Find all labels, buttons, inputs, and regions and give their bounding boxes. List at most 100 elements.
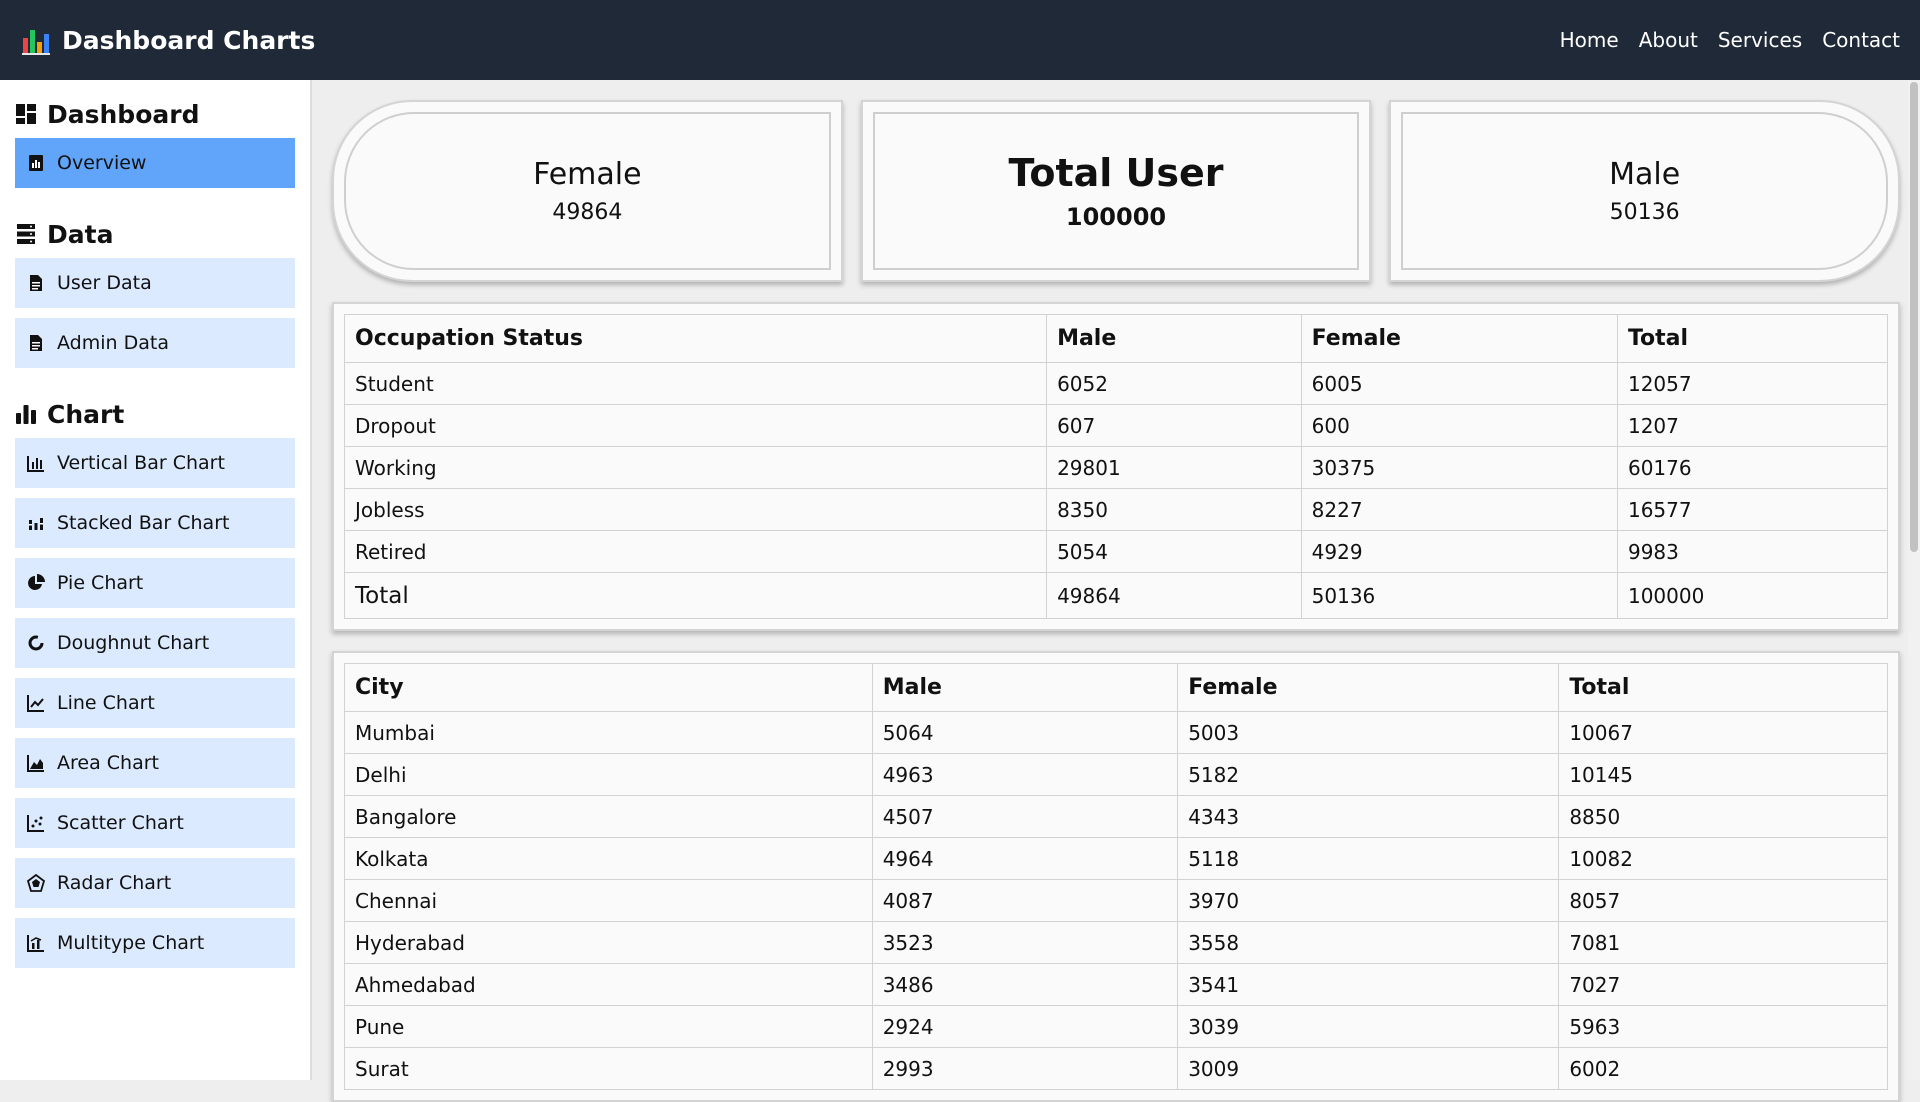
line-icon [27,694,45,712]
table-cell: 5003 [1177,711,1560,754]
table-cell: Mumbai [344,711,873,754]
table-cell: 5182 [1177,753,1560,796]
table-cell: 2993 [871,1047,1179,1090]
top-nav: Home About Services Contact [1560,28,1900,52]
table-cell: 8850 [1558,795,1888,838]
sidebar-item-area-chart[interactable]: Area Chart [15,738,295,788]
sidebar-item-label: Pie Chart [57,572,144,594]
sidebar-item-label: Doughnut Chart [57,632,210,654]
sidebar-item-user-data[interactable]: User Data [15,258,295,308]
dashboard-grid-icon [15,103,37,125]
total-user-card-value: 100000 [1065,203,1167,231]
multitype-icon [27,934,45,952]
sidebar-item-scatter-chart[interactable]: Scatter Chart [15,798,295,848]
sidebar-item-label: Line Chart [57,692,155,714]
sidebar-section-data: Data [15,214,295,254]
table-cell: 7081 [1558,921,1888,964]
total-user-card: Total User 100000 [860,100,1372,282]
column-header: Female [1300,314,1618,363]
male-card-value: 50136 [1609,200,1680,225]
scrollbar-thumb[interactable] [1910,82,1918,552]
database-icon [15,223,37,245]
table-cell: 29801 [1046,446,1302,489]
table-cell: 4929 [1300,530,1618,573]
table-header-row: City Male Female Total [344,663,1888,712]
table-row: Dropout 607 600 1207 [343,404,1889,447]
chart-bars-icon [15,403,37,425]
table-cell: 607 [1046,404,1302,447]
table-cell: Surat [344,1047,873,1090]
sidebar-item-admin-data[interactable]: Admin Data [15,318,295,368]
city-table-panel: City Male Female Total Mumbai 5064 5003 … [332,651,1900,1102]
sidebar-item-label: Radar Chart [57,872,172,894]
table-cell: 5963 [1558,1005,1888,1048]
table-row: Bangalore 4507 4343 8850 [344,795,1888,838]
table-cell: Ahmedabad [344,963,873,1006]
area-icon [27,754,45,772]
table-header-row: Occupation Status Male Female Total [343,314,1889,363]
table-cell: 4964 [871,837,1179,880]
table-cell: 4343 [1177,795,1560,838]
table-cell: 3009 [1177,1047,1560,1090]
male-card: Male 50136 [1389,100,1901,282]
nav-services-link[interactable]: Services [1718,28,1802,52]
nav-about-link[interactable]: About [1639,28,1698,52]
table-cell: Hyderabad [344,921,873,964]
column-header: Total [1558,663,1888,712]
table-row: Mumbai 5064 5003 10067 [344,711,1888,754]
document-icon [27,334,45,352]
table-cell: 4963 [871,753,1179,796]
sidebar-item-vertical-bar-chart[interactable]: Vertical Bar Chart [15,438,295,488]
table-cell: 5054 [1046,530,1302,573]
table-total-row: Total 49864 50136 100000 [343,572,1889,619]
table-cell: 30375 [1300,446,1618,489]
table-cell: 6052 [1046,362,1302,405]
overview-icon [27,154,45,172]
column-header: Male [1046,314,1302,363]
sidebar-section-dashboard: Dashboard [15,94,295,134]
sidebar-item-stacked-bar-chart[interactable]: Stacked Bar Chart [15,498,295,548]
sidebar-item-label: Overview [57,152,147,174]
section-title-label: Dashboard [47,99,200,129]
section-title-label: Chart [47,399,125,429]
sidebar-item-label: User Data [57,272,152,294]
sidebar: Dashboard Overview Data User Data Admin … [0,80,312,1080]
table-cell: 50136 [1300,572,1618,619]
table-cell: Chennai [344,879,873,922]
document-icon [27,274,45,292]
nav-contact-link[interactable]: Contact [1822,28,1900,52]
table-cell: 3970 [1177,879,1560,922]
table-cell: 3486 [871,963,1179,1006]
sidebar-item-overview[interactable]: Overview [15,138,295,188]
female-card-label: Female [533,157,642,192]
table-cell: 6005 [1300,362,1618,405]
table-cell: 5064 [871,711,1179,754]
summary-cards: Female 49864 Total User 100000 Male 5013… [332,100,1901,282]
table-cell: 4507 [871,795,1179,838]
sidebar-item-radar-chart[interactable]: Radar Chart [15,858,295,908]
sidebar-item-pie-chart[interactable]: Pie Chart [15,558,295,608]
city-table: City Male Female Total Mumbai 5064 5003 … [344,663,1888,1090]
table-cell: Kolkata [344,837,873,880]
table-cell: 2924 [871,1005,1179,1048]
sidebar-item-multitype-chart[interactable]: Multitype Chart [15,918,295,968]
table-cell: 1207 [1616,404,1889,447]
app-title: Dashboard Charts [62,25,316,55]
column-header: Female [1177,663,1560,712]
occupation-table: Occupation Status Male Female Total Stud… [343,314,1889,619]
sidebar-item-label: Admin Data [57,332,169,354]
brand[interactable]: Dashboard Charts [20,24,315,56]
sidebar-item-label: Vertical Bar Chart [57,452,225,474]
table-cell: 3039 [1177,1005,1560,1048]
nav-home-link[interactable]: Home [1560,28,1619,52]
vertical-bar-icon [27,454,45,472]
table-cell: Jobless [343,488,1048,531]
table-cell: 4087 [871,879,1179,922]
sidebar-item-line-chart[interactable]: Line Chart [15,678,295,728]
table-row: Kolkata 4964 5118 10082 [344,837,1888,880]
column-header: City [344,663,873,712]
sidebar-item-doughnut-chart[interactable]: Doughnut Chart [15,618,295,668]
table-cell: 49864 [1046,572,1302,619]
occupation-table-panel: Occupation Status Male Female Total Stud… [332,302,1900,631]
table-cell: 9983 [1616,530,1889,573]
